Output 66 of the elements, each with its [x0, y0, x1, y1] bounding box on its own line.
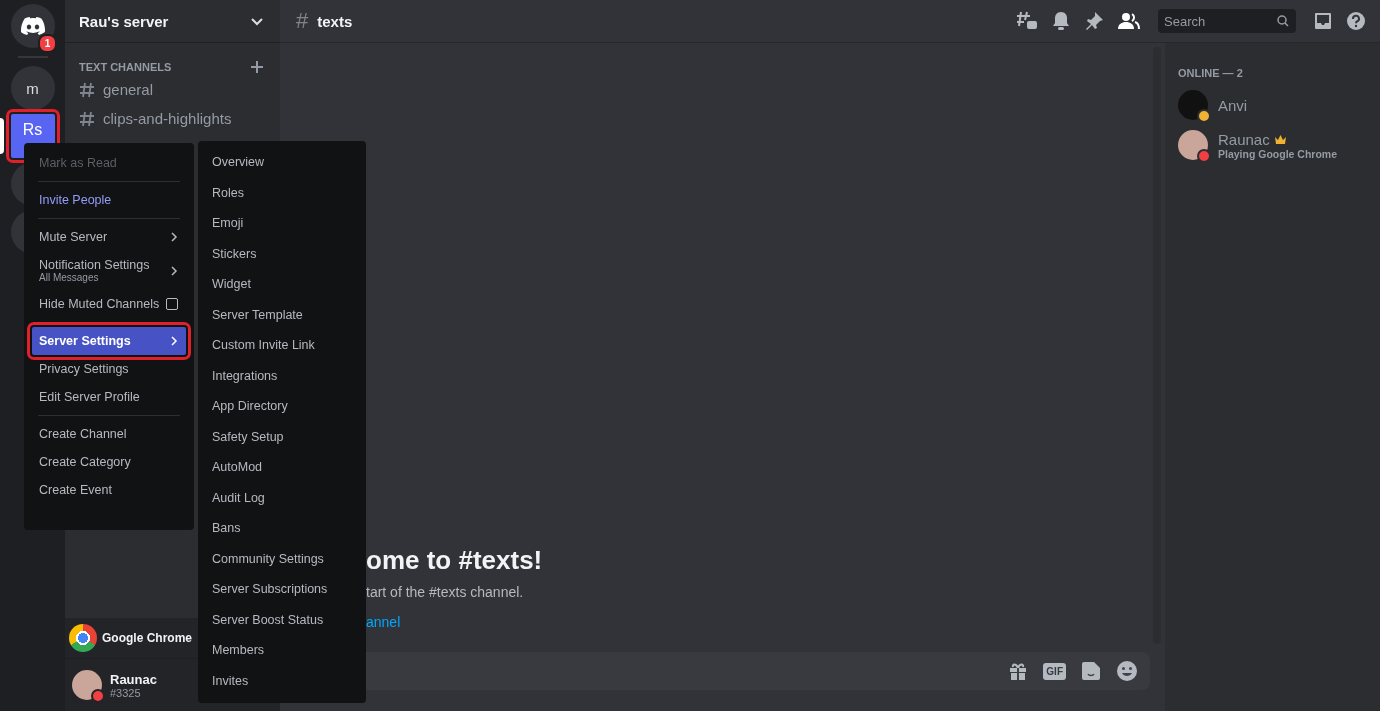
hash-icon	[79, 81, 95, 98]
pin-icon[interactable]	[1084, 11, 1104, 31]
member-item[interactable]: Raunac Playing Google Chrome	[1178, 125, 1372, 165]
chevron-right-icon	[170, 265, 178, 276]
menu-item[interactable]: Widget	[204, 269, 360, 300]
menu-item[interactable]: Edit Server Profile	[32, 383, 186, 411]
channel-item[interactable]: clips-and-highlights	[65, 105, 280, 132]
menu-item[interactable]: Safety Setup	[204, 421, 360, 452]
menu-item[interactable]: Community Settings	[204, 543, 360, 574]
menu-item[interactable]: App Directory	[204, 391, 360, 422]
avatar-placeholder	[72, 670, 102, 700]
edit-channel-link[interactable]: annel	[366, 614, 1165, 630]
member-item[interactable]: Anvi	[1178, 85, 1372, 125]
user-tag: #3325	[110, 686, 157, 699]
menu-item[interactable]: Create Category	[32, 448, 186, 476]
menu-item[interactable]: Notification Settings All Messages	[32, 251, 186, 290]
menu-item[interactable]: Roles	[204, 177, 360, 208]
gift-icon[interactable]	[1008, 661, 1029, 681]
gif-button[interactable]: GIF	[1043, 662, 1066, 680]
menu-item[interactable]: Server Subscriptions	[204, 574, 360, 605]
channel-title: texts	[317, 12, 353, 30]
channel-item[interactable]: general	[65, 76, 280, 103]
activity-label: Google Chrome	[102, 631, 192, 645]
members-heading: ONLINE — 2	[1178, 67, 1244, 79]
browser-logo-icon	[69, 624, 97, 652]
menu-item[interactable]: Hide Muted Channels	[32, 290, 186, 318]
hash-icon: #	[296, 8, 309, 34]
help-icon[interactable]	[1346, 11, 1366, 31]
menu-item[interactable]: Audit Log	[204, 482, 360, 513]
menu-item[interactable]: Invite People	[32, 186, 186, 214]
menu-item[interactable]: Custom Invite Link	[204, 330, 360, 361]
menu-item[interactable]: Integrations	[204, 360, 360, 391]
menu-item[interactable]: Emoji	[204, 208, 360, 239]
menu-item[interactable]: Create Channel	[32, 420, 186, 448]
members-icon[interactable]	[1118, 12, 1140, 30]
hash-icon	[79, 110, 95, 127]
search-icon	[1277, 15, 1289, 27]
menu-item[interactable]: Privacy Settings	[32, 355, 186, 383]
category-label[interactable]: TEXT CHANNELS	[79, 61, 172, 73]
bell-icon[interactable]	[1052, 11, 1070, 31]
menu-item[interactable]: AutoMod	[204, 452, 360, 483]
menu-item[interactable]: Server Boost Status	[204, 604, 360, 635]
home-button[interactable]	[10, 4, 55, 48]
inbox-icon[interactable]	[1314, 12, 1332, 30]
checkbox[interactable]	[166, 298, 178, 310]
menu-item[interactable]: Create Event	[32, 476, 186, 504]
welcome-text: tart of the #texts channel.	[366, 584, 525, 600]
menu-item[interactable]: Bans	[204, 513, 360, 544]
emoji-icon[interactable]	[1116, 660, 1138, 682]
menu-item[interactable]: Server Template	[204, 299, 360, 330]
menu-item[interactable]: Mute Server	[32, 223, 186, 251]
avatar-placeholder	[1178, 130, 1208, 160]
sticker-icon[interactable]	[1081, 661, 1101, 681]
menu-item[interactable]: Stickers	[204, 238, 360, 269]
welcome-heading: ome to #texts!	[366, 545, 544, 576]
notification-badge: 1	[38, 34, 57, 53]
search-field[interactable]: Search	[1158, 9, 1296, 33]
avatar-placeholder	[1178, 90, 1208, 120]
threads-icon[interactable]	[1016, 11, 1038, 31]
username: Raunac	[110, 671, 157, 687]
controller-logo-icon	[20, 17, 45, 35]
menu-item[interactable]: Overview	[204, 147, 360, 178]
chevron-right-icon	[170, 336, 178, 346]
plus-icon[interactable]	[250, 60, 264, 74]
chevron-right-icon	[170, 232, 178, 242]
server-icon[interactable]: m	[10, 66, 55, 110]
